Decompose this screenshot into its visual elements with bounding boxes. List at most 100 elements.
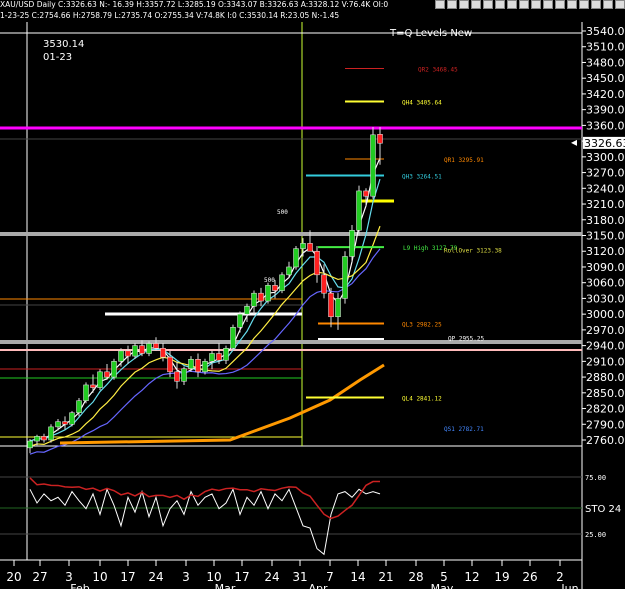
- candle-body: [160, 347, 166, 358]
- date-tick-label: 27: [32, 570, 47, 584]
- candle-body: [90, 384, 96, 388]
- candle-body: [300, 243, 306, 249]
- candle-body: [34, 436, 40, 442]
- candle-body: [307, 243, 313, 252]
- candle-body: [181, 368, 187, 382]
- candle-body: [104, 371, 110, 378]
- level-label: QS1 2782.71: [444, 426, 484, 433]
- candle-body: [97, 371, 103, 388]
- candle-body: [230, 327, 236, 349]
- chart-header: XAU/USD Daily C:3326.63 N:- 16.39 H:3357…: [0, 0, 389, 21]
- candle-body: [209, 353, 215, 362]
- candle-body: [202, 361, 208, 373]
- header-title: XAU/USD Daily C:3326.63 N:- 16.39 H:3357…: [0, 0, 389, 9]
- date-tick-label: 17: [234, 570, 249, 584]
- price-tick-label: 3420.00: [586, 88, 625, 101]
- cursor-icon[interactable]: [459, 0, 469, 9]
- price-tick-label: 3510.00: [586, 41, 625, 54]
- candle-body: [76, 400, 82, 413]
- osc-level-75: 75.00: [585, 474, 606, 482]
- candle-body: [335, 298, 341, 318]
- price-tick-label: 3270.00: [586, 167, 625, 180]
- level-label: QL4 2841.12: [402, 395, 442, 402]
- date-tick-label: 20: [6, 570, 21, 584]
- price-tick-label: 3120.00: [586, 245, 625, 258]
- candle-body: [125, 350, 131, 357]
- candle-body: [111, 361, 117, 378]
- last-price-label: 3326.63: [584, 137, 625, 150]
- month-label: Jun: [560, 582, 578, 589]
- level-label: QH3 3264.51: [402, 173, 442, 180]
- candle-body: [258, 292, 264, 302]
- candle-body: [69, 412, 75, 425]
- date-tick-label: 19: [494, 570, 509, 584]
- month-label: Feb: [70, 582, 89, 589]
- candle-body: [265, 285, 271, 302]
- candle-body: [279, 274, 285, 291]
- candle-body: [377, 134, 383, 144]
- candle-body: [314, 250, 320, 276]
- level-label: QR2 3468.45: [418, 67, 458, 74]
- candle-body: [153, 343, 159, 349]
- text-icon[interactable]: [495, 0, 505, 9]
- ellipse-icon[interactable]: [567, 0, 577, 9]
- channel-icon[interactable]: [531, 0, 541, 9]
- candle-body: [195, 358, 201, 373]
- arrow-icon[interactable]: [543, 0, 553, 9]
- crosshair-icon[interactable]: [471, 0, 481, 9]
- date-tick-label: 3: [182, 570, 190, 584]
- zoom-out-icon[interactable]: [447, 0, 457, 9]
- close-icon[interactable]: [615, 0, 625, 9]
- month-label: May: [431, 582, 454, 589]
- date-tick-label: 21: [378, 570, 393, 584]
- price-tick-label: 2790.00: [586, 418, 625, 431]
- candle-body: [363, 190, 369, 197]
- price-tick-label: 3540.00: [586, 25, 625, 38]
- price-tick-label: 3360.00: [586, 119, 625, 132]
- date-tick-label: 12: [464, 570, 479, 584]
- rect-icon[interactable]: [555, 0, 565, 9]
- date-tick-label: 28: [408, 570, 423, 584]
- price-tick-label: 3150.00: [586, 230, 625, 243]
- level-label: QH4 3405.64: [402, 99, 442, 106]
- price-tick-label: 2820.00: [586, 403, 625, 416]
- level-label: RollOver 3123.38: [444, 247, 502, 254]
- candle-body: [188, 358, 194, 369]
- price-tick-label: 3000.00: [586, 308, 625, 321]
- chart-type-icon[interactable]: [579, 0, 589, 9]
- candle-body: [83, 384, 89, 401]
- candle-body: [356, 190, 362, 231]
- candle-body: [174, 371, 180, 382]
- candle-body: [62, 421, 68, 425]
- overlay-value: 3530.14: [43, 39, 84, 50]
- zoom-in-icon[interactable]: [435, 0, 445, 9]
- candle-body: [244, 306, 250, 315]
- candle-body: [118, 350, 124, 362]
- refresh-icon[interactable]: [603, 0, 613, 9]
- candle-body: [349, 230, 355, 257]
- date-tick-label: 24: [264, 570, 279, 584]
- draw-icon[interactable]: [483, 0, 493, 9]
- settings-icon[interactable]: [591, 0, 601, 9]
- level-label: QP 2955.25: [448, 336, 485, 343]
- candle-body: [55, 421, 61, 428]
- price-tick-label: 3480.00: [586, 56, 625, 69]
- osc-label: STO 24: [585, 504, 621, 515]
- header-subtitle: 1-23-25 C:2754.66 H:2758.79 L:2735.74 O:…: [0, 11, 340, 20]
- date-tick-label: 31: [292, 570, 307, 584]
- candle-body: [216, 353, 222, 361]
- candlestick-chart: QR2 3468.45 QH4 3405.64 QR1 3295.91 QH3 326…: [0, 0, 625, 589]
- date-tick-label: 14: [350, 570, 365, 584]
- candle-body: [370, 134, 376, 197]
- price-tick-label: 2850.00: [586, 387, 625, 400]
- candle-body: [251, 292, 257, 307]
- line-icon[interactable]: [519, 0, 529, 9]
- price-tick-label: 3180.00: [586, 214, 625, 227]
- date-tick-label: 24: [148, 570, 163, 584]
- overlay-date: 01-23: [43, 52, 72, 63]
- fib-icon[interactable]: [507, 0, 517, 9]
- price-tick-label: 3240.00: [586, 182, 625, 195]
- candle-body: [293, 248, 299, 268]
- study-name: T=Q Levels New: [389, 28, 472, 39]
- candle-body: [342, 256, 348, 299]
